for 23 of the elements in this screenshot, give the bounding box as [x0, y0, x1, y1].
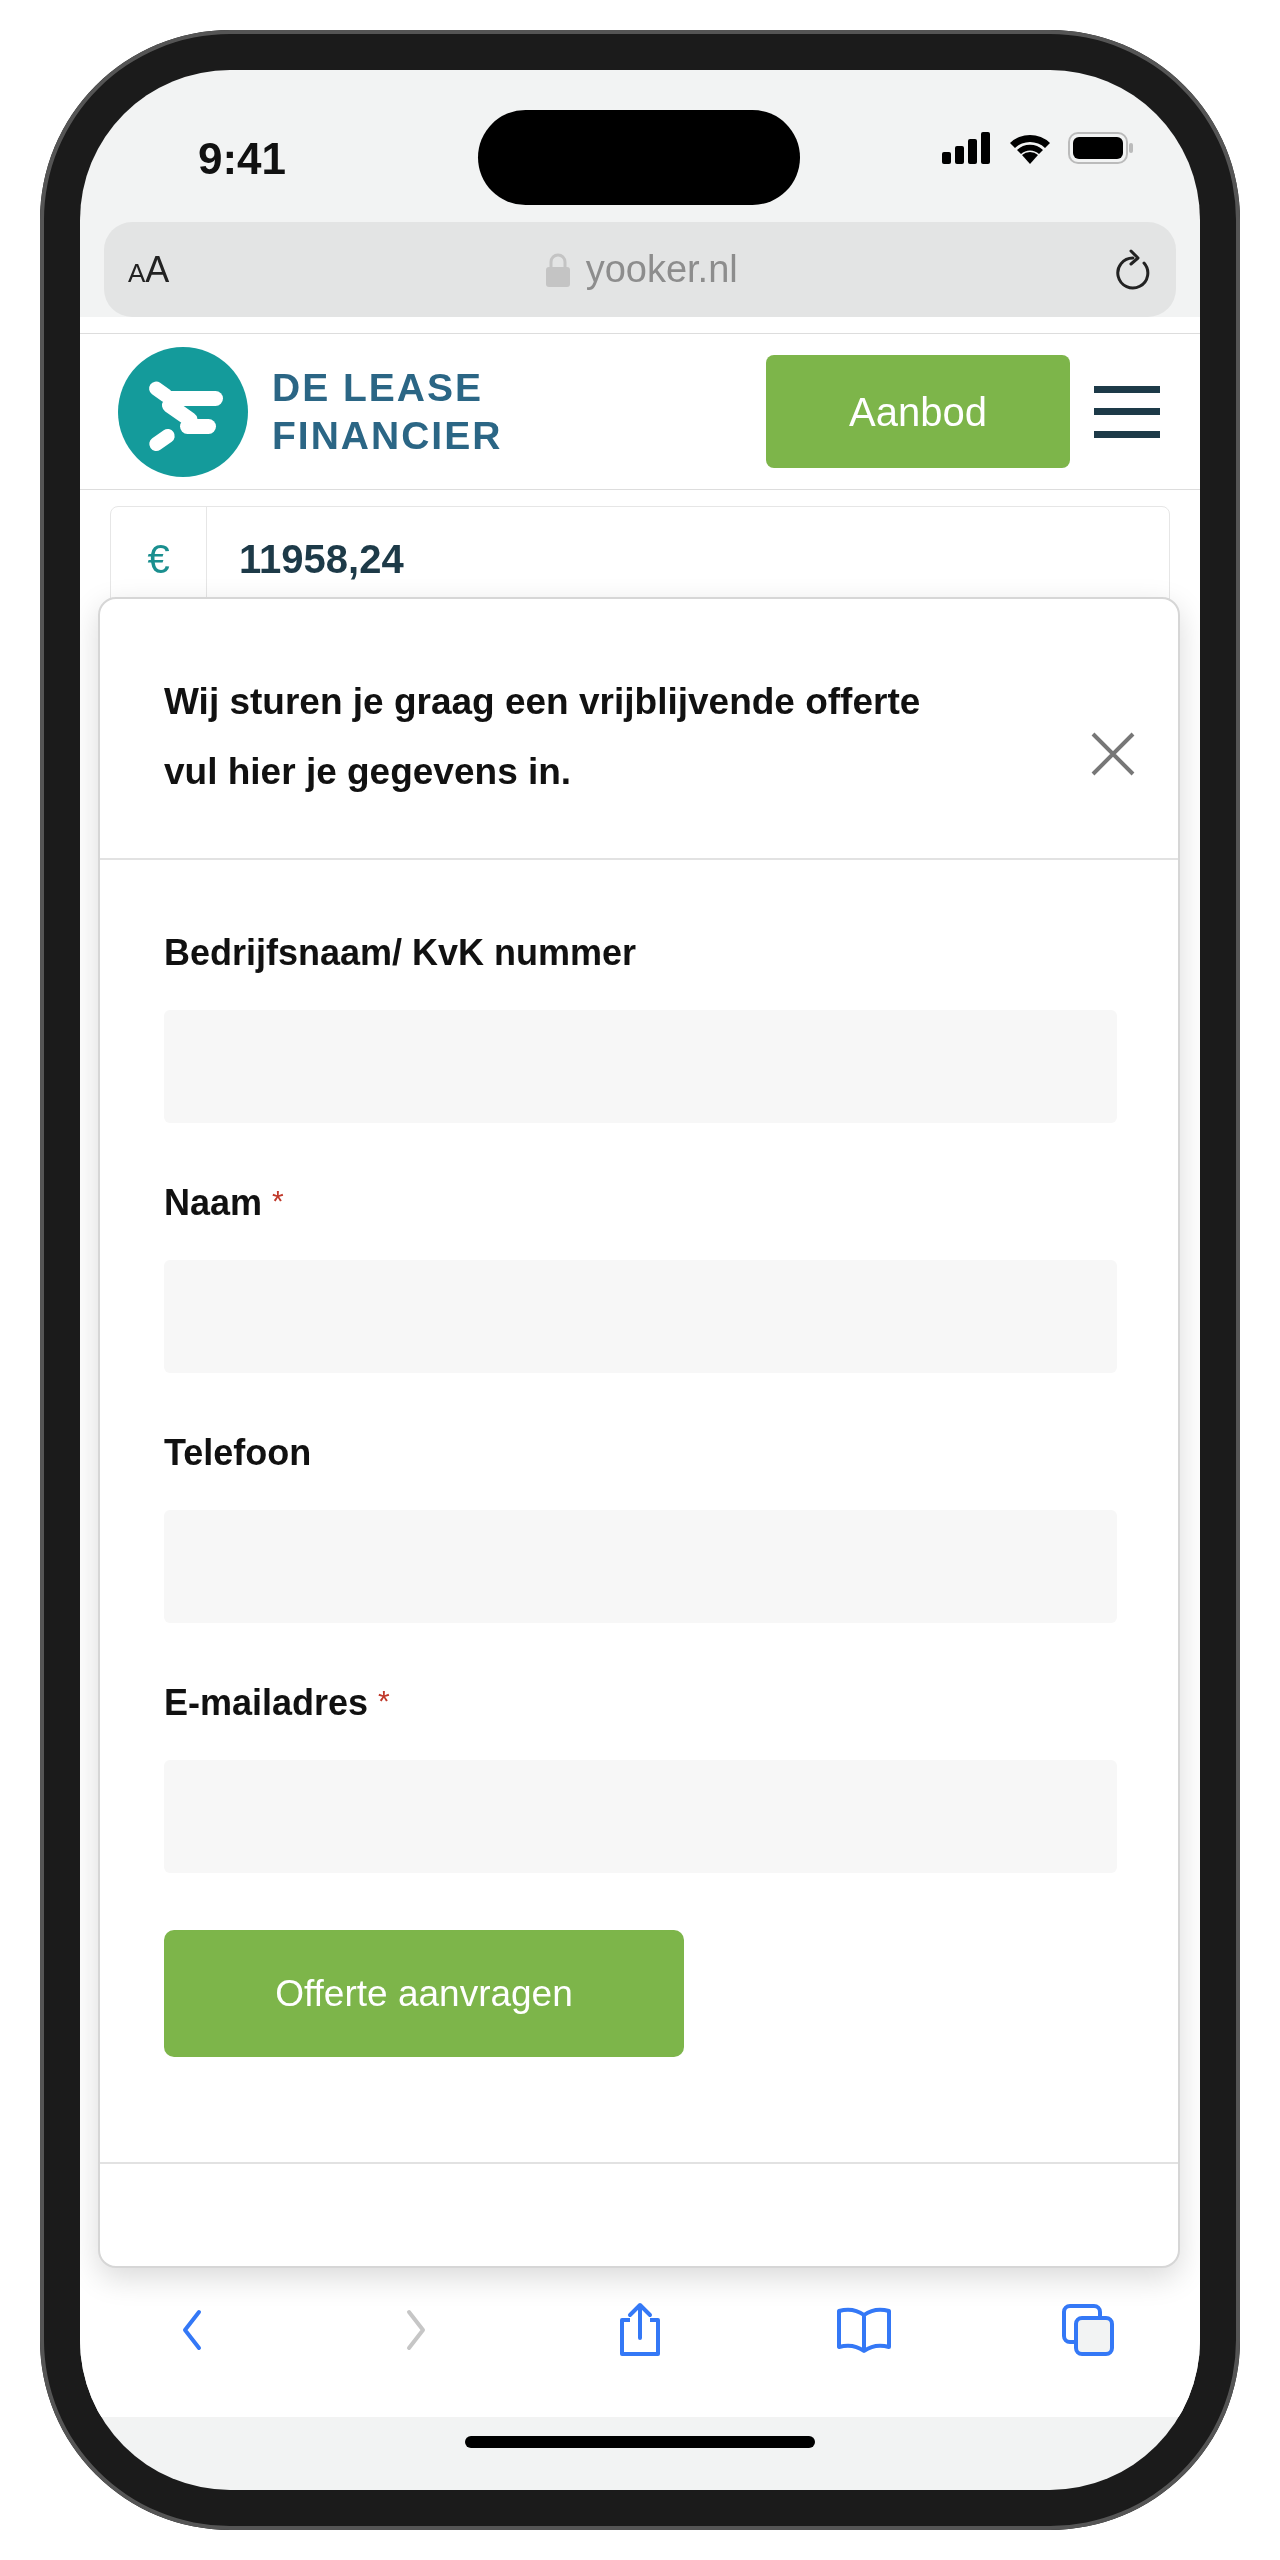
menu-icon[interactable]: [1094, 385, 1160, 438]
logo-icon[interactable]: [118, 346, 248, 477]
close-icon: [1090, 731, 1136, 777]
url-text: yooker.nl: [585, 247, 738, 292]
required-mark: *: [272, 1183, 284, 1219]
dialog-title: Wij sturen je graag een vrijblijvende offerte vul hier je gegevens in.: [164, 680, 921, 794]
logo-text[interactable]: DE LEASE FINANCIER: [272, 363, 503, 460]
book-icon[interactable]: [835, 2305, 893, 2355]
tabs-icon[interactable]: [1061, 2303, 1115, 2357]
field-label: Bedrijfsnaam/ KvK nummer: [164, 931, 637, 975]
amount-value: 11958,24: [238, 536, 404, 583]
wifi-icon: [1008, 132, 1052, 164]
address-bar[interactable]: AA yooker.nl: [104, 222, 1176, 317]
signal-icon: [942, 132, 992, 164]
field-label: Naam: [164, 1181, 263, 1225]
text-size-button[interactable]: AA: [128, 242, 170, 297]
status-time: 9:41: [198, 133, 287, 185]
lock-icon: [545, 252, 570, 287]
field-label: E-mailadres: [164, 1681, 369, 1725]
battery-icon: [1068, 132, 1134, 164]
reload-icon[interactable]: [1114, 248, 1152, 291]
field-label: Telefoon: [164, 1431, 312, 1475]
required-mark: *: [378, 1683, 390, 1719]
